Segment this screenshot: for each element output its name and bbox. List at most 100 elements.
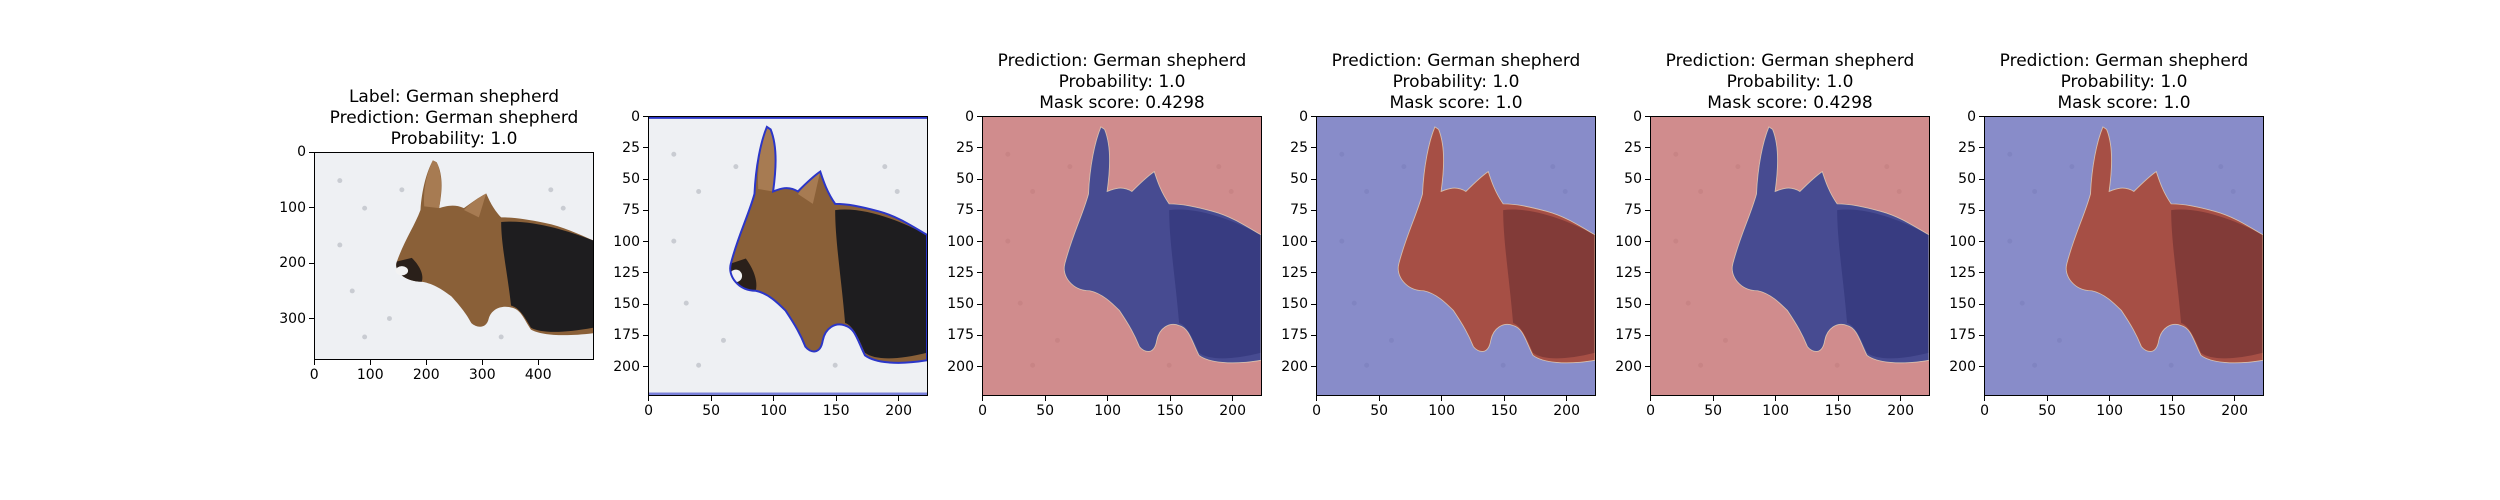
snow-speck <box>832 362 838 368</box>
y-tick-mark <box>1645 147 1650 149</box>
snow-speck <box>560 205 566 211</box>
y-tick-mark <box>309 151 314 153</box>
title-line: Prediction: German shepherd <box>329 108 579 128</box>
x-tick-label: 100 <box>760 403 787 419</box>
x-tick-mark <box>1650 396 1652 401</box>
y-tick-label: 50 <box>956 171 974 188</box>
snow-speck <box>696 362 702 368</box>
x-tick-label: 200 <box>1219 403 1246 419</box>
x-tick-mark <box>1378 396 1380 401</box>
y-tick-mark <box>1979 147 1984 149</box>
y-tick-mark <box>1645 334 1650 336</box>
subplot-title: Prediction: German shepherd Probability: … <box>1924 51 2324 114</box>
x-tick-label: 50 <box>2038 403 2057 419</box>
x-tick-mark <box>1984 396 1986 401</box>
y-tick-mark <box>309 207 314 209</box>
y-tick-label: 75 <box>1958 202 1976 219</box>
image-canvas <box>1317 117 1595 395</box>
y-tick-mark <box>643 178 648 180</box>
y-tick-label: 0 <box>1967 108 1976 125</box>
y-tick-label: 100 <box>1281 233 1308 250</box>
x-tick-mark <box>1503 396 1505 401</box>
y-tick-mark <box>309 262 314 264</box>
snow-speck <box>386 316 392 321</box>
x-tick-label: 300 <box>468 367 496 383</box>
x-tick-label: 0 <box>978 403 988 419</box>
y-tick-label: 0 <box>631 108 640 125</box>
y-tick-label: 75 <box>1290 202 1308 219</box>
x-tick-label: 150 <box>2158 403 2186 419</box>
y-tick-label: 100 <box>1949 233 1976 250</box>
x-tick-mark <box>773 396 775 401</box>
y-tick-mark <box>1645 241 1650 243</box>
y-tick-label: 175 <box>1949 327 1976 344</box>
x-tick-label: 100 <box>2096 403 2123 419</box>
x-tick-label: 100 <box>1428 403 1455 419</box>
y-tick-mark <box>643 116 648 118</box>
y-tick-mark <box>1311 334 1316 336</box>
x-tick-mark <box>369 360 371 365</box>
y-tick-mark <box>643 366 648 368</box>
y-tick-label: 200 <box>1949 358 1976 375</box>
y-tick-label: 100 <box>1615 233 1642 250</box>
x-tick-label: 50 <box>1036 403 1055 419</box>
x-tick-mark <box>898 396 900 401</box>
x-tick-mark <box>648 396 650 401</box>
y-tick-label: 25 <box>1290 139 1308 156</box>
y-tick-mark <box>1979 303 1984 305</box>
y-tick-label: 100 <box>613 233 640 250</box>
y-tick-label: 125 <box>613 264 640 281</box>
y-tick-mark <box>643 147 648 149</box>
x-tick-label: 200 <box>1887 403 1914 419</box>
x-tick-mark <box>537 360 539 365</box>
y-tick-mark <box>977 241 982 243</box>
y-tick-mark <box>643 303 648 305</box>
y-tick-label: 200 <box>947 358 974 375</box>
x-tick-mark <box>1712 396 1714 401</box>
snow-speck <box>671 151 677 157</box>
y-tick-label: 0 <box>1299 108 1308 125</box>
snow-speck <box>882 164 888 170</box>
image-canvas <box>1651 117 1929 395</box>
y-tick-mark <box>643 272 648 274</box>
x-tick-mark <box>2234 396 2236 401</box>
snow-speck <box>720 337 726 343</box>
y-tick-mark <box>1979 272 1984 274</box>
y-tick-label: 150 <box>1281 296 1308 313</box>
y-tick-mark <box>309 318 314 320</box>
x-tick-mark <box>835 396 837 401</box>
y-tick-mark <box>1311 272 1316 274</box>
x-tick-mark <box>1441 396 1443 401</box>
x-tick-mark <box>2046 396 2048 401</box>
y-tick-mark <box>1645 366 1650 368</box>
y-tick-mark <box>1645 272 1650 274</box>
y-tick-mark <box>1311 366 1316 368</box>
image-axes <box>314 152 594 360</box>
y-tick-mark <box>977 178 982 180</box>
x-tick-label: 150 <box>822 403 850 419</box>
x-tick-label: 0 <box>309 367 319 383</box>
image-axes <box>1650 116 1930 396</box>
image-canvas <box>649 117 927 395</box>
x-tick-mark <box>2171 396 2173 401</box>
x-tick-mark <box>1775 396 1777 401</box>
x-tick-label: 50 <box>1704 403 1723 419</box>
x-tick-label: 400 <box>524 367 552 383</box>
snow-speck <box>362 205 368 211</box>
y-tick-label: 75 <box>956 202 974 219</box>
snow-speck <box>696 188 702 194</box>
x-tick-mark <box>313 360 315 365</box>
y-tick-label: 125 <box>1281 264 1308 281</box>
y-tick-label: 200 <box>613 358 640 375</box>
y-tick-label: 150 <box>1615 296 1642 313</box>
x-tick-mark <box>1837 396 1839 401</box>
snow-speck <box>548 187 554 193</box>
snow-speck <box>894 188 900 194</box>
y-tick-label: 175 <box>947 327 974 344</box>
y-tick-label: 25 <box>622 139 640 156</box>
subplot-title: Label: German shepherd Prediction: German… <box>254 87 654 150</box>
x-tick-label: 150 <box>1156 403 1184 419</box>
y-tick-mark <box>977 303 982 305</box>
y-tick-mark <box>643 241 648 243</box>
x-tick-mark <box>1316 396 1318 401</box>
